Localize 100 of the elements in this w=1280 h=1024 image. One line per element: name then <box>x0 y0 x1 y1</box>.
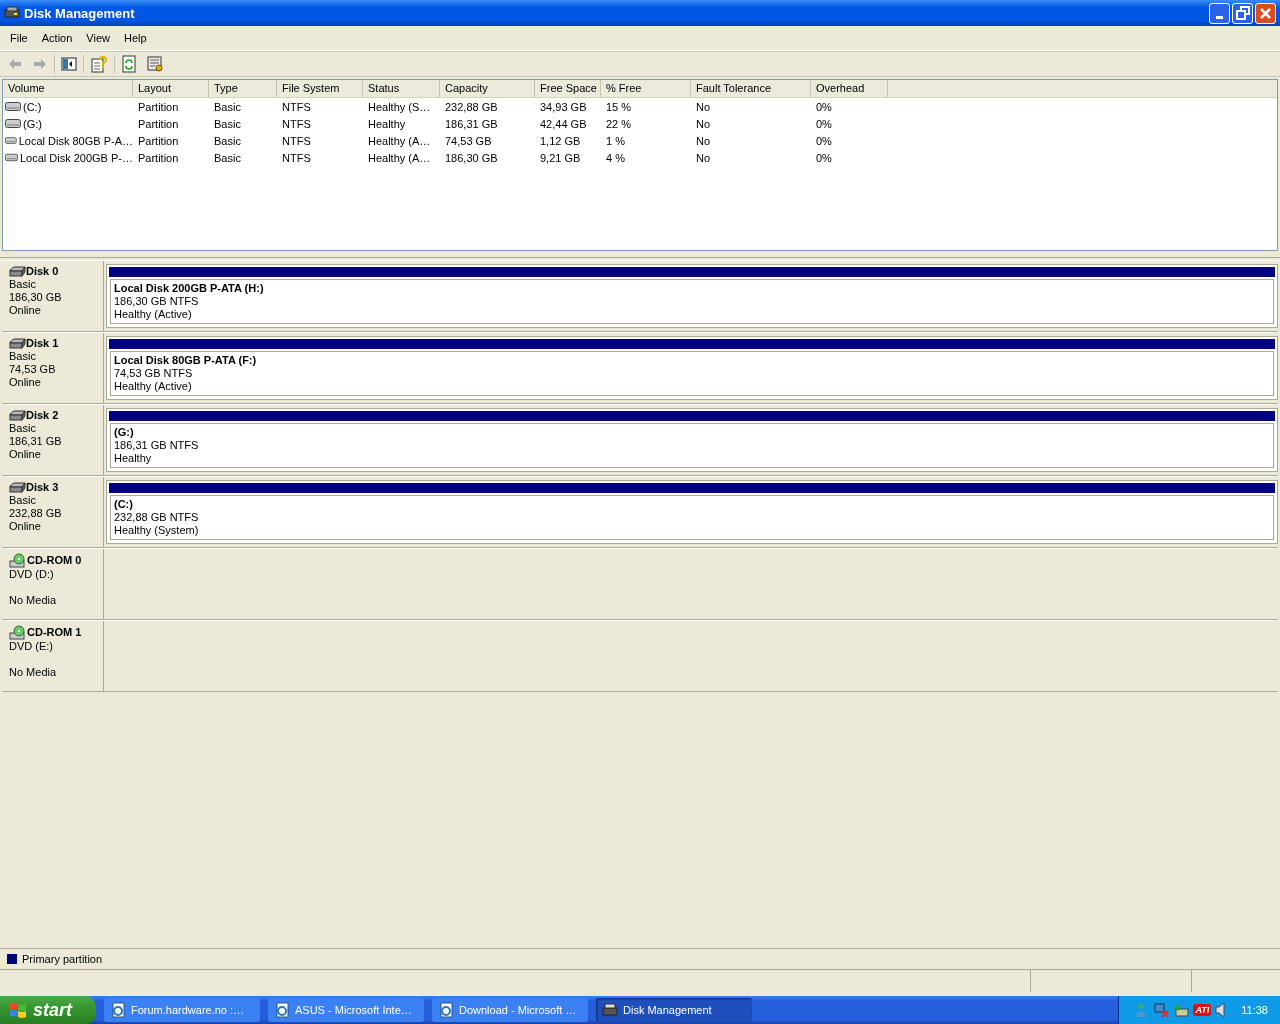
table-cell-text: 1 % <box>605 134 626 147</box>
legend-label: Primary partition <box>22 953 103 965</box>
restore-button[interactable] <box>1232 2 1253 24</box>
table-cell-text: 0% <box>815 151 833 164</box>
start-button[interactable]: start <box>0 996 96 1024</box>
flag-icon <box>8 1001 28 1019</box>
disk-name: CD-ROM 0 <box>27 554 82 567</box>
table-cell: (C:) <box>23 100 42 113</box>
browser-page-icon <box>274 1002 290 1018</box>
column-header[interactable]: Type <box>209 80 277 97</box>
taskbar-button[interactable]: Download - Microsoft … <box>432 998 588 1022</box>
table-cell-text: Healthy (A… <box>367 151 432 164</box>
menu-item[interactable]: Action <box>34 32 80 44</box>
forward-arrow-icon <box>32 56 48 72</box>
close-button[interactable] <box>1255 2 1276 24</box>
show-hide-pane-button[interactable] <box>58 55 80 73</box>
disk-name: CD-ROM 1 <box>27 626 82 639</box>
table-cell-text: Partition <box>137 117 180 130</box>
restore-icon <box>1235 6 1250 20</box>
partition-status: Healthy (Active) <box>114 380 193 393</box>
drive-icon <box>5 136 17 145</box>
partition-name: (C:) <box>114 498 134 511</box>
disk-info: Online <box>9 520 42 533</box>
table-cell-text: No <box>695 117 712 130</box>
disk-name: Disk 1 <box>26 337 59 350</box>
menu-item[interactable]: View <box>79 32 117 44</box>
hardware-icon[interactable] <box>1173 1002 1190 1018</box>
table-cell: (G:) <box>23 117 42 130</box>
column-header[interactable]: File System <box>277 80 363 97</box>
table-cell-text: 1,12 GB <box>539 134 582 147</box>
minimize-button[interactable] <box>1209 2 1230 24</box>
table-cell-text: Partition <box>137 134 180 147</box>
column-header[interactable]: Layout <box>133 80 209 97</box>
speaker-icon[interactable] <box>1215 1002 1228 1018</box>
partition-name: Local Disk 80GB P-ATA (F:) <box>114 354 258 367</box>
ati-tray-icon[interactable]: ATI <box>1193 1004 1212 1016</box>
disk-info: 186,31 GB <box>9 435 63 448</box>
column-header[interactable]: Status <box>363 80 440 97</box>
taskbar-button[interactable]: Disk Management <box>596 998 752 1022</box>
column-header[interactable]: Fault Tolerance <box>691 80 811 97</box>
hard-disk-icon <box>9 481 26 494</box>
table-cell-text: 232,88 GB <box>444 100 499 113</box>
table-cell-text: 15 % <box>605 100 633 113</box>
hard-disk-icon <box>9 337 26 350</box>
cd-drive-icon <box>9 553 27 568</box>
refresh-icon <box>121 55 137 73</box>
table-cell-text: NTFS <box>281 100 312 113</box>
pane-icon <box>61 56 77 72</box>
partition-size: 186,30 GB NTFS <box>114 295 200 308</box>
partition-name: (G:) <box>114 426 135 439</box>
table-cell-text: 74,53 GB <box>444 134 493 147</box>
column-header[interactable]: Volume <box>3 80 133 97</box>
column-header[interactable]: Free Space <box>535 80 601 97</box>
table-cell-text: NTFS <box>281 117 312 130</box>
partition-block[interactable]: Local Disk 200GB P-ATA (H:) 186,30 GB NTFS Healthy (Active) <box>106 264 1278 328</box>
clock: 11:38 <box>1241 1004 1268 1016</box>
partition-status: Healthy (Active) <box>114 308 193 321</box>
column-header[interactable]: Overhead <box>811 80 888 97</box>
cd-drive-icon <box>9 625 27 640</box>
partition-status: Healthy (System) <box>114 524 200 537</box>
partition-size: 74,53 GB NTFS <box>114 367 194 380</box>
partition-status: Healthy <box>114 452 153 465</box>
partition-block[interactable]: (G:) 186,31 GB NTFS Healthy <box>106 408 1278 472</box>
properties-icon <box>146 55 164 73</box>
table-cell-text: 186,30 GB <box>444 151 499 164</box>
taskbar-button[interactable]: ASUS - Microsoft Inte… <box>268 998 424 1022</box>
disk-info: No Media <box>9 666 58 679</box>
table-cell-text: 0% <box>815 117 833 130</box>
disk-drive-icon <box>602 1002 618 1018</box>
disk-info: Basic <box>9 278 37 291</box>
drive-icon <box>5 153 18 162</box>
partition-block[interactable]: Local Disk 80GB P-ATA (F:) 74,53 GB NTFS Healthy (Active) <box>106 336 1278 400</box>
partition-name: Local Disk 200GB P-ATA (H:) <box>114 282 265 295</box>
table-cell-text: Partition <box>137 151 180 164</box>
column-header[interactable]: % Free <box>601 80 691 97</box>
column-header[interactable]: Capacity <box>440 80 535 97</box>
table-cell-text: NTFS <box>281 151 312 164</box>
browser-page-icon <box>110 1002 126 1018</box>
partition-size: 232,88 GB NTFS <box>114 511 200 524</box>
table-cell-text: 42,44 GB <box>539 117 588 130</box>
disk-info: 186,30 GB <box>9 291 63 304</box>
table-cell-text: No <box>695 134 712 147</box>
table-cell-text: Basic <box>213 151 242 164</box>
disk-info: 232,88 GB <box>9 507 63 520</box>
table-cell-text: 186,31 GB <box>444 117 499 130</box>
table-cell-text: 0% <box>815 100 833 113</box>
disk-name: Disk 2 <box>26 409 59 422</box>
disk-info: Online <box>9 304 42 317</box>
disk-info: Online <box>9 448 42 461</box>
menu-item[interactable]: File <box>3 32 35 44</box>
table-cell-text: Basic <box>213 100 242 113</box>
menu-item[interactable]: Help <box>116 32 154 44</box>
network-error-icon[interactable] <box>1153 1002 1170 1018</box>
table-cell-text: 34,93 GB <box>539 100 588 113</box>
help-document-icon <box>90 55 108 73</box>
taskbar-button[interactable]: Forum.hardware.no :… <box>104 998 260 1022</box>
table-cell-text: No <box>695 151 712 164</box>
table-cell: Local Disk 200GB P-… <box>19 151 133 164</box>
drive-icon <box>5 102 21 111</box>
partition-block[interactable]: (C:) 232,88 GB NTFS Healthy (System) <box>106 480 1278 544</box>
